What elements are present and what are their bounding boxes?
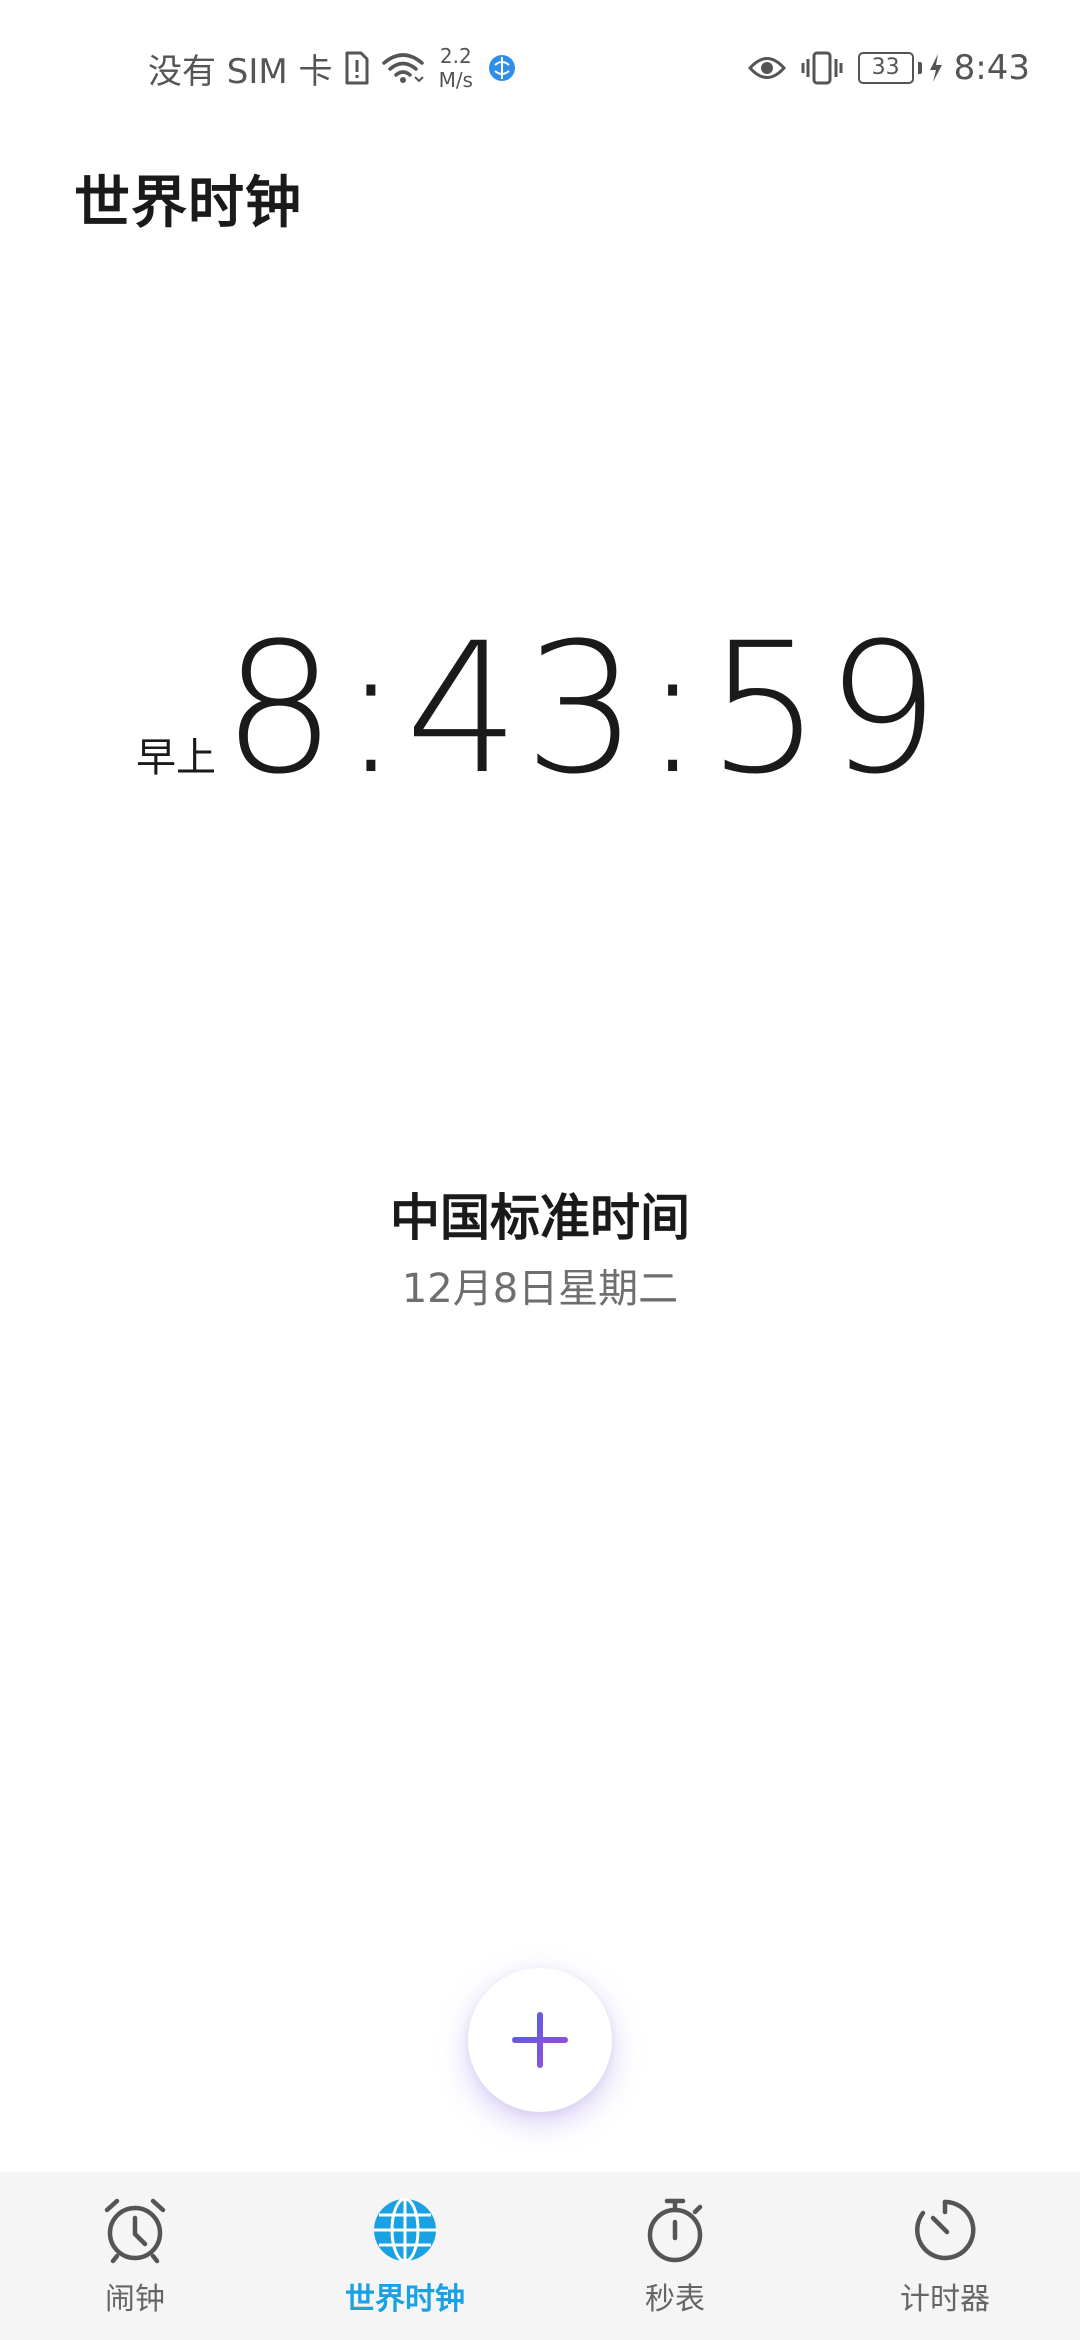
status-bar: 没有 SIM 卡 2.2 M/s 33 8:43 [0, 0, 1080, 136]
plus-icon [512, 2012, 568, 2068]
tab-world-clock[interactable]: 世界时钟 [270, 2172, 540, 2340]
network-speed-unit: M/s [438, 68, 473, 92]
clock-time: 8:43:59 [222, 605, 944, 814]
battery-level: 33 [871, 55, 900, 80]
tab-stopwatch-label: 秒表 [645, 2282, 705, 2317]
sim-alert-icon [343, 51, 371, 85]
clock-ampm: 早上 [136, 735, 217, 781]
status-bar-right: 33 8:43 [747, 40, 1030, 96]
tab-timer[interactable]: 计时器 [810, 2172, 1080, 2340]
charging-icon [928, 53, 944, 83]
digital-clock: 早上8:43:59 [0, 620, 1080, 800]
timezone-name: 中国标准时间 [390, 1189, 690, 1247]
status-time: 8:43 [953, 48, 1030, 88]
bottom-navigation: 闹钟 世界时钟 秒表 计时器 [0, 2172, 1080, 2340]
battery-tip [917, 62, 922, 74]
app-notification-icon [487, 53, 517, 83]
globe-icon [369, 2194, 441, 2266]
tab-timer-label: 计时器 [900, 2282, 990, 2317]
battery-icon: 33 [857, 52, 914, 84]
carrier-text: 没有 SIM 卡 [148, 51, 333, 92]
add-city-button[interactable] [468, 1968, 612, 2112]
tab-alarm[interactable]: 闹钟 [0, 2172, 270, 2340]
network-speed-value: 2.2 [439, 44, 472, 68]
current-date: 12月8日星期二 [401, 1266, 679, 1312]
wifi-icon [381, 51, 425, 85]
network-speed: 2.2 M/s [439, 44, 473, 92]
tab-world-clock-label: 世界时钟 [345, 2282, 465, 2317]
eye-comfort-icon [747, 55, 786, 81]
vibrate-icon [800, 51, 844, 85]
tab-stopwatch[interactable]: 秒表 [540, 2172, 810, 2340]
page-title: 世界时钟 [74, 171, 302, 236]
status-bar-left: 没有 SIM 卡 2.2 M/s [148, 40, 517, 96]
tab-alarm-label: 闹钟 [105, 2282, 165, 2317]
stopwatch-icon [639, 2194, 711, 2266]
alarm-clock-icon [99, 2194, 171, 2266]
timer-icon [909, 2194, 981, 2266]
